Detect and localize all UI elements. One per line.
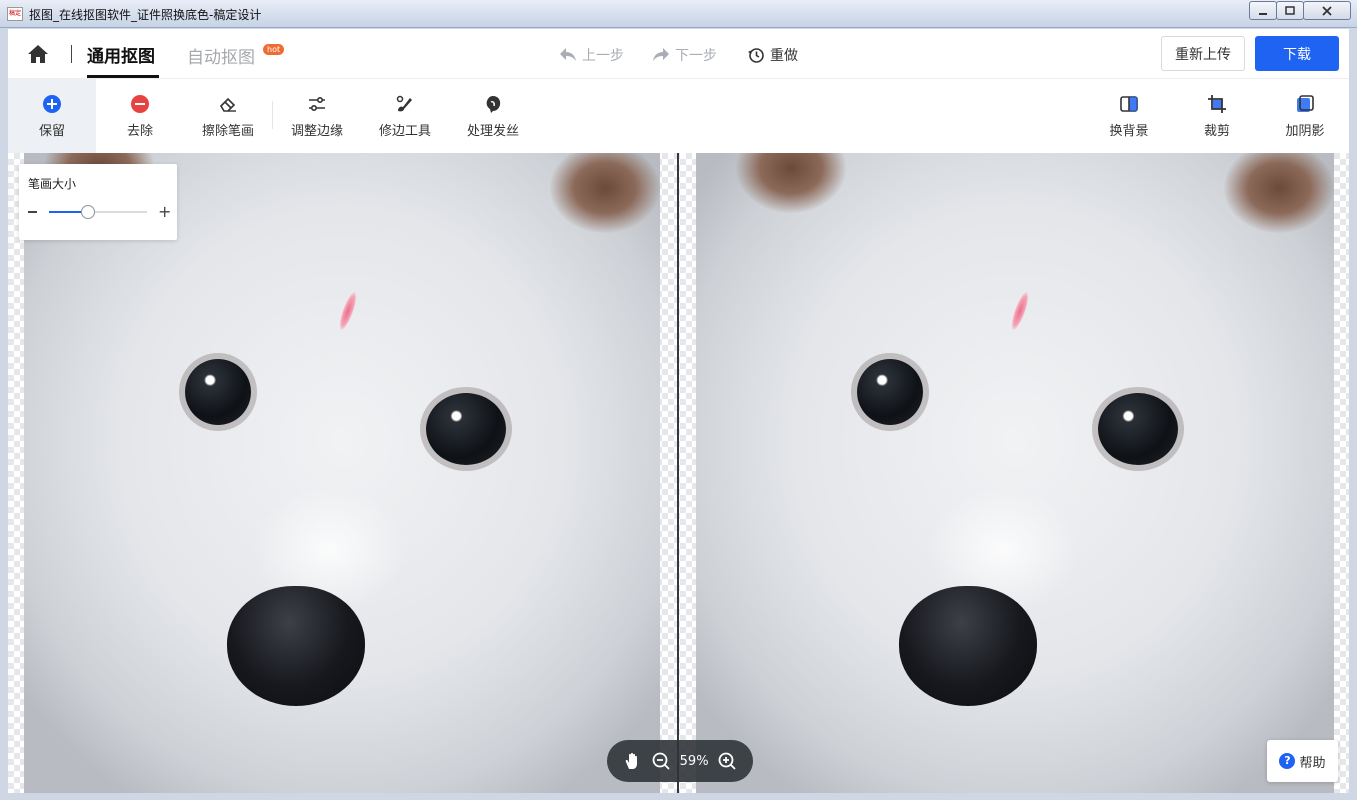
hair-icon xyxy=(483,94,503,114)
tool-trim-edge[interactable]: 修边工具 xyxy=(361,79,449,153)
dog-eye xyxy=(1098,393,1178,465)
compare-divider[interactable] xyxy=(677,153,679,793)
header-divider xyxy=(71,45,72,63)
hot-badge: hot xyxy=(263,44,285,55)
window-titlebar: 稿定 抠图_在线抠图软件_证件照换底色-稿定设计 xyxy=(0,0,1357,28)
dog-ear xyxy=(550,153,660,233)
undo-icon xyxy=(560,48,576,61)
minus-circle-icon xyxy=(130,94,150,114)
history-icon xyxy=(748,48,764,63)
shadow-icon xyxy=(1295,94,1315,114)
zoom-out-icon[interactable] xyxy=(651,751,671,771)
zoom-level: 59% xyxy=(679,753,709,769)
dog-eye xyxy=(185,359,251,425)
sliders-icon xyxy=(307,94,327,114)
reset-label: 重做 xyxy=(770,48,798,64)
home-icon[interactable] xyxy=(26,43,50,65)
original-image[interactable] xyxy=(24,153,660,793)
tool-hair[interactable]: 处理发丝 xyxy=(449,79,537,153)
header-bar: 通用抠图 自动抠图 hot 上一步 下一步 重做 重新上传 下载 xyxy=(8,29,1349,79)
help-label: 帮助 xyxy=(1299,755,1326,771)
tool-change-background[interactable]: 换背景 xyxy=(1085,79,1173,153)
app-main: 通用抠图 自动抠图 hot 上一步 下一步 重做 重新上传 下载 保留 去除 擦… xyxy=(8,29,1349,793)
app-logo-icon: 稿定 xyxy=(7,7,23,21)
reupload-button[interactable]: 重新上传 xyxy=(1161,36,1245,71)
toolbar: 保留 去除 擦除笔画 调整边缘 修边工具 处理发丝 换背景 裁剪 加阴影 xyxy=(8,79,1349,153)
crop-icon xyxy=(1207,94,1227,114)
result-image[interactable] xyxy=(696,153,1334,793)
forehead-mark xyxy=(336,290,360,332)
plus-circle-icon xyxy=(42,94,62,114)
tab-general-cutout[interactable]: 通用抠图 xyxy=(87,42,155,67)
tool-shadow-label: 加阴影 xyxy=(1285,124,1325,139)
dog-eye xyxy=(857,359,923,425)
brush-size-panel: 笔画大小 + xyxy=(19,164,177,240)
maximize-button[interactable] xyxy=(1276,1,1304,20)
dog-nose xyxy=(227,586,365,706)
tool-add-shadow[interactable]: 加阴影 xyxy=(1261,79,1349,153)
tool-erase-label: 擦除笔画 xyxy=(201,124,254,139)
active-tab-indicator xyxy=(87,75,159,78)
dog-ear xyxy=(736,153,846,213)
tool-crop[interactable]: 裁剪 xyxy=(1173,79,1261,153)
dog-nose xyxy=(899,586,1037,706)
zoom-controls: 59% xyxy=(607,740,753,782)
dog-ear xyxy=(1224,153,1334,233)
redo-label: 下一步 xyxy=(675,48,717,64)
editor-canvas[interactable]: 笔画大小 + 59% ? 帮助 xyxy=(8,153,1349,793)
tool-trim-label: 修边工具 xyxy=(378,124,431,139)
window-title: 抠图_在线抠图软件_证件照换底色-稿定设计 xyxy=(29,8,262,22)
tool-bg-label: 换背景 xyxy=(1109,124,1149,139)
undo-button[interactable]: 上一步 xyxy=(559,45,624,65)
brush-size-title: 笔画大小 xyxy=(28,177,77,191)
tool-crop-label: 裁剪 xyxy=(1203,124,1230,139)
tool-hair-label: 处理发丝 xyxy=(466,124,519,139)
minimize-button[interactable] xyxy=(1249,1,1277,20)
zoom-in-icon[interactable] xyxy=(717,751,737,771)
undo-label: 上一步 xyxy=(582,48,624,64)
tool-remove[interactable]: 去除 xyxy=(96,79,184,153)
forehead-mark xyxy=(1008,290,1032,332)
tool-adjust-edge[interactable]: 调整边缘 xyxy=(273,79,361,153)
brush-decrease-button[interactable] xyxy=(28,211,37,213)
tab-auto-cutout[interactable]: 自动抠图 xyxy=(187,43,255,68)
brush-edit-icon xyxy=(395,94,415,114)
tool-keep-label: 保留 xyxy=(38,124,65,139)
slider-thumb[interactable] xyxy=(81,205,96,219)
help-button[interactable]: ? 帮助 xyxy=(1267,740,1338,782)
reset-button[interactable]: 重做 xyxy=(747,45,798,65)
dog-eye xyxy=(426,393,506,465)
brush-increase-button[interactable]: + xyxy=(158,204,171,220)
download-button[interactable]: 下载 xyxy=(1255,36,1339,71)
help-icon: ? xyxy=(1279,753,1296,769)
brush-size-slider[interactable] xyxy=(49,205,147,219)
close-button[interactable] xyxy=(1303,1,1351,20)
tool-adjust-label: 调整边缘 xyxy=(290,124,343,139)
redo-button[interactable]: 下一步 xyxy=(652,45,717,65)
eraser-icon xyxy=(218,94,238,114)
background-icon xyxy=(1119,94,1139,114)
redo-icon xyxy=(653,48,669,61)
tool-remove-label: 去除 xyxy=(126,124,153,139)
tool-erase-stroke[interactable]: 擦除笔画 xyxy=(184,79,272,153)
hand-pan-icon[interactable] xyxy=(623,751,643,771)
tool-keep[interactable]: 保留 xyxy=(8,79,96,153)
